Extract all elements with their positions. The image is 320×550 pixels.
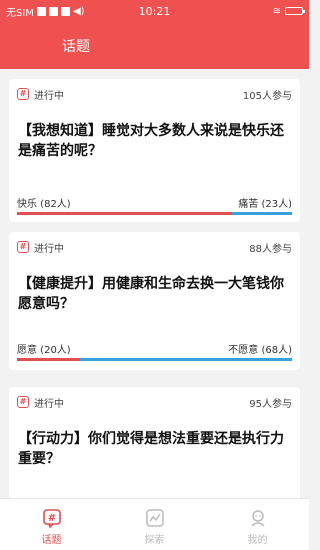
vote-bar-option-a	[17, 358, 81, 361]
status-bar: 无SIM ◀) 10:21 ≋	[0, 0, 309, 22]
tab-label: 话题	[41, 535, 62, 546]
topic-card-header: # 进行中 88人参与	[9, 232, 300, 262]
profile-icon	[250, 510, 265, 527]
tab-label: 我的	[247, 535, 268, 546]
option-a-label[interactable]: 快乐 (82人)	[17, 195, 71, 210]
vote-bar	[17, 212, 292, 215]
option-b-label[interactable]: 痛苦 (23人)	[238, 195, 292, 210]
tab-explore[interactable]: 探索	[103, 499, 206, 550]
topic-status: 进行中	[34, 243, 64, 255]
topic-card[interactable]: # 进行中 88人参与 【健康提升】用健康和生命去换一大笔钱你愿意吗？ 愿意 (…	[9, 232, 300, 370]
tab-label: 探索	[144, 535, 165, 546]
explore-chart-icon	[145, 509, 164, 527]
topic-status: 进行中	[34, 90, 64, 102]
topic-title[interactable]: 【健康提升】用健康和生命去换一大笔钱你愿意吗？	[18, 274, 290, 314]
status-time: 10:21	[138, 4, 171, 18]
topic-feed[interactable]: # 进行中 105人参与 【我想知道】睡觉对大多数人来说是快乐还是痛苦的呢？ 快…	[0, 69, 309, 498]
topic-tag-icon: #	[17, 88, 29, 100]
participant-count: 88人参与	[249, 243, 292, 255]
topic-title[interactable]: 【行动力】你们觉得是想法重要还是执行力重要？	[18, 429, 290, 469]
option-b-label[interactable]: 不愿意 (68人)	[228, 341, 292, 356]
option-a-label[interactable]: 愿意 (20人)	[17, 341, 71, 356]
vote-options: 快乐 (82人) 痛苦 (23人)	[17, 195, 292, 210]
topic-title[interactable]: 【我想知道】睡觉对大多数人来说是快乐还是痛苦的呢？	[18, 121, 290, 161]
topic-icon: #	[42, 509, 61, 528]
tab-profile[interactable]: 我的	[206, 499, 309, 550]
bottom-tab-bar: # 话题 探索 我的	[0, 498, 309, 550]
vote-bar	[17, 358, 292, 361]
topic-card-header: # 进行中 95人参与	[9, 387, 300, 417]
vote-options: 愿意 (20人) 不愿意 (68人)	[17, 341, 292, 356]
battery-icon	[285, 7, 305, 15]
topic-status: 进行中	[34, 398, 64, 410]
vote-bar-option-b	[231, 212, 292, 215]
topic-card[interactable]: # 进行中 95人参与 【行动力】你们觉得是想法重要还是执行力重要？	[9, 387, 300, 498]
vote-bar-option-b	[80, 358, 292, 361]
tab-topics[interactable]: # 话题	[0, 499, 103, 550]
topic-tag-icon: #	[17, 241, 29, 253]
participant-count: 105人参与	[242, 90, 292, 102]
vote-bar-option-a	[17, 212, 232, 215]
app-header: 话题	[0, 22, 309, 69]
topic-card[interactable]: # 进行中 105人参与 【我想知道】睡觉对大多数人来说是快乐还是痛苦的呢？ 快…	[9, 79, 300, 222]
page-title: 话题	[62, 38, 90, 55]
topic-tag-icon: #	[17, 396, 29, 408]
svg-text:#: #	[47, 513, 55, 524]
participant-count: 95人参与	[249, 398, 292, 410]
topic-card-header: # 进行中 105人参与	[9, 79, 300, 109]
